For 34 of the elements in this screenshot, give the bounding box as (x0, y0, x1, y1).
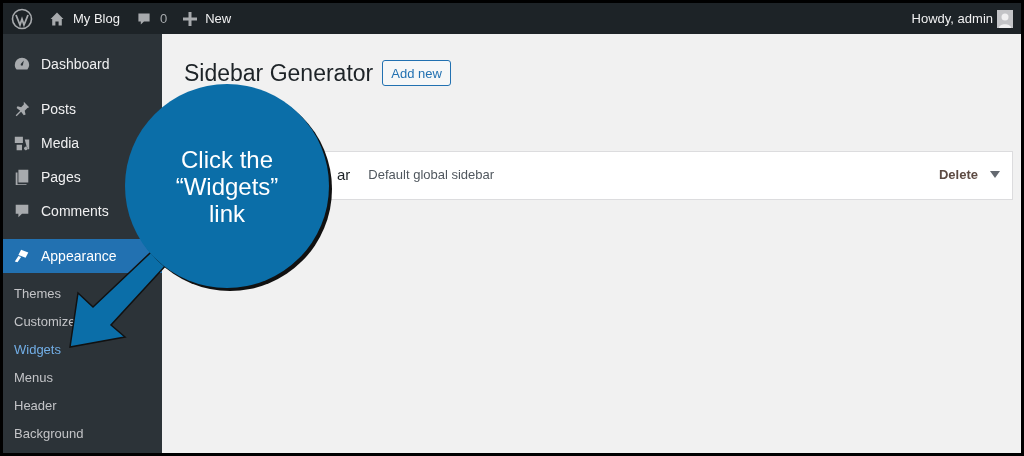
delete-link[interactable]: Delete (938, 165, 978, 185)
submenu-item[interactable]: Menus (3, 364, 162, 392)
sidebar-item[interactable]: Media (3, 126, 162, 160)
sidebar-item[interactable]: Dashboard (3, 47, 162, 81)
media-icon (13, 134, 31, 152)
submenu-item[interactable]: Themes (3, 280, 162, 308)
submenu-item[interactable]: Header (3, 392, 162, 420)
pages-icon (13, 168, 31, 186)
sidebar-name: ar (337, 164, 351, 185)
paintbrush-icon (13, 247, 31, 265)
submenu-item[interactable]: Customize (3, 308, 162, 336)
site-link[interactable]: My Blog (49, 8, 120, 29)
speech-bubble-icon (13, 202, 31, 220)
add-new-button[interactable]: Add new (382, 60, 451, 87)
sidebar-item[interactable]: Pages (3, 160, 162, 194)
account-link[interactable]: Howdy, admin (911, 8, 1013, 29)
page-title: Sidebar Generator (184, 59, 374, 88)
callout-text: “Widgets” (175, 172, 279, 200)
caret-icon[interactable] (990, 171, 1000, 179)
avatar-icon (997, 9, 1013, 28)
submenu-item[interactable]: Widgets (3, 336, 162, 364)
sidebar-item[interactable]: Comments (3, 194, 162, 228)
submenu-item[interactable]: Background (3, 420, 162, 448)
new-link[interactable]: New (183, 8, 232, 29)
plus-icon (183, 11, 198, 26)
callout-text: link (209, 199, 245, 227)
sidebar-description: Default global sidebar (368, 166, 495, 185)
home-icon (49, 10, 65, 27)
callout-text: Click the (181, 145, 273, 173)
speech-bubble-icon (135, 10, 152, 27)
pushpin-icon (13, 100, 31, 118)
comments-link[interactable]: 0 (135, 8, 168, 29)
sidebar-item[interactable]: Posts (3, 92, 162, 126)
wordpress-logo-icon[interactable] (11, 7, 33, 30)
